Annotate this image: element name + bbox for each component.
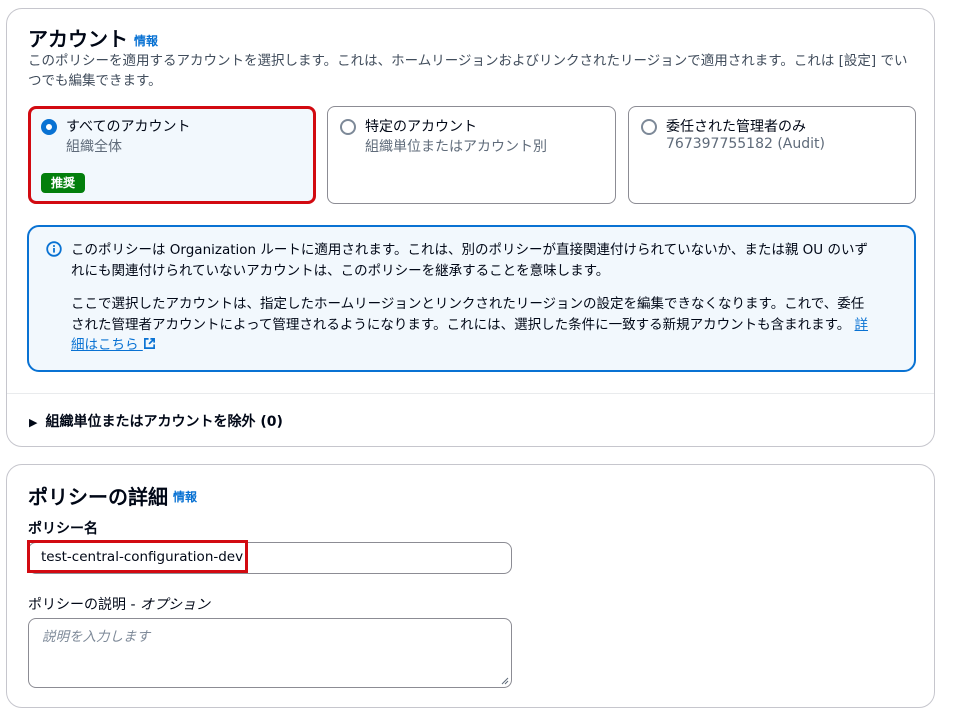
description-placeholder: 説明を入力します: [42, 629, 150, 645]
external-link-icon: [143, 338, 155, 349]
option-label: すべてのアカウント: [66, 119, 191, 135]
option-all-accounts[interactable]: すべてのアカウント 組織全体 推奨: [28, 106, 316, 204]
option-sublabel: 組織単位またはアカウント別: [365, 139, 547, 155]
account-info-link[interactable]: 情報: [134, 32, 158, 49]
policy-details-panel: ポリシーの詳細 情報 ポリシー名 test-central-configurat…: [6, 464, 935, 708]
option-label: 委任された管理者のみ: [666, 119, 806, 135]
policy-description-textarea[interactable]: 説明を入力します: [28, 618, 512, 688]
description-label-text: ポリシーの説明 -: [28, 597, 140, 613]
account-section-title: アカウント: [28, 27, 128, 51]
option-sublabel: 組織全体: [66, 139, 122, 155]
option-specific-accounts[interactable]: 特定のアカウント 組織単位またはアカウント別: [327, 106, 616, 204]
account-panel: アカウント 情報 このポリシーを適用するアカウントを選択します。これは、ホームリ…: [6, 8, 935, 447]
policy-name-value: test-central-configuration-dev: [41, 549, 244, 565]
optional-label: オプション: [139, 597, 210, 613]
policy-name-label: ポリシー名: [28, 521, 98, 537]
info-icon: [46, 241, 62, 257]
section-divider: [7, 393, 934, 394]
account-description: このポリシーを適用するアカウントを選択します。これは、ホームリージョンおよびリン…: [28, 53, 908, 89]
radio-delegated-admin[interactable]: [641, 119, 657, 135]
alert-paragraph-2-text: ここで選択したアカウントは、指定したホームリージョンとリンクされたリージョンの設…: [71, 296, 865, 333]
resize-handle-icon[interactable]: [501, 677, 509, 685]
option-delegated-admin-only[interactable]: 委任された管理者のみ 767397755182 (Audit): [628, 106, 916, 204]
recommended-badge: 推奨: [41, 173, 86, 193]
radio-specific-accounts[interactable]: [340, 119, 356, 135]
policy-section-title: ポリシーの詳細: [28, 485, 168, 509]
policy-info-link[interactable]: 情報: [173, 488, 197, 505]
radio-all-accounts[interactable]: [41, 119, 57, 135]
alert-paragraph-1: このポリシーは Organization ルートに適用されます。これは、別のポリ…: [71, 242, 868, 279]
expander-label: 組織単位またはアカウントを除外 (0): [45, 414, 283, 430]
caret-right-icon: ▶: [29, 416, 38, 429]
alert-paragraph-2: ここで選択したアカウントは、指定したホームリージョンとリンクされたリージョンの設…: [71, 294, 871, 356]
info-alert: このポリシーは Organization ルートに適用されます。これは、別のポリ…: [27, 225, 916, 372]
option-label: 特定のアカウント: [365, 119, 477, 135]
policy-description-label: ポリシーの説明 - オプション: [28, 594, 210, 614]
policy-name-input[interactable]: test-central-configuration-dev: [28, 542, 512, 574]
alert-content: このポリシーは Organization ルートに適用されます。これは、別のポリ…: [71, 240, 871, 369]
exclude-accounts-expander[interactable]: ▶ 組織単位またはアカウントを除外 (0): [29, 411, 283, 431]
option-sublabel: 767397755182 (Audit): [666, 136, 825, 152]
